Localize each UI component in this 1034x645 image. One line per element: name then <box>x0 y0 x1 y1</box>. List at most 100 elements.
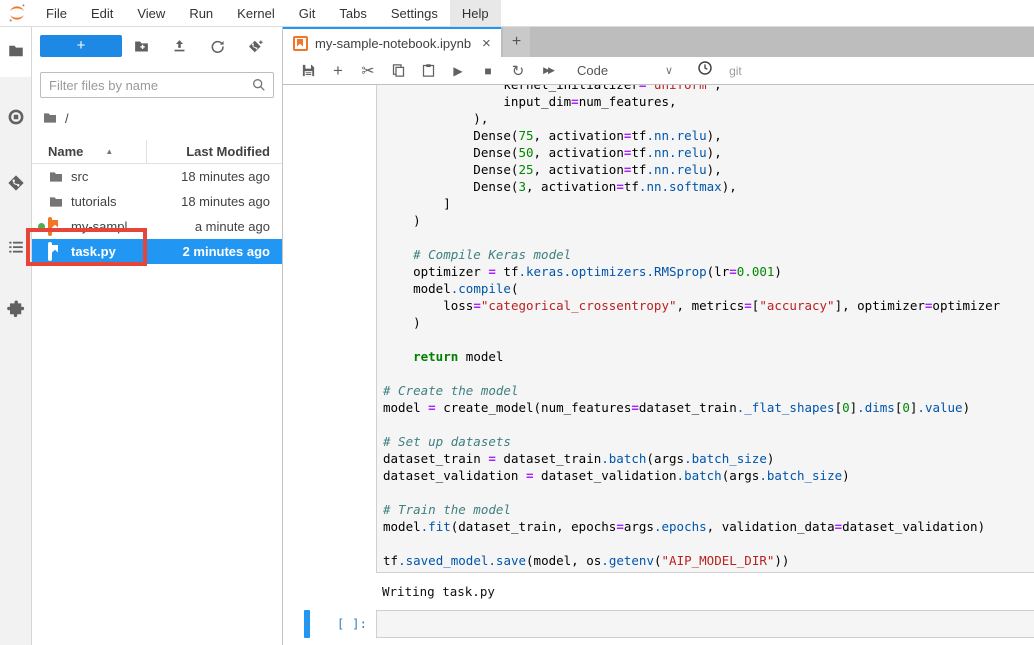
git-toolbar-label[interactable]: git <box>729 64 742 78</box>
jupyter-logo-icon <box>0 3 34 23</box>
code-token: batch_size <box>692 451 767 466</box>
code-line: Dense(50, activation=tf.nn.relu), <box>383 144 1034 161</box>
menu-item-file[interactable]: File <box>34 0 79 26</box>
column-header-name[interactable]: Name ▲ <box>32 140 147 163</box>
new-tab-button[interactable]: + <box>503 27 530 57</box>
code-token: = <box>835 519 843 534</box>
save-icon[interactable] <box>293 59 323 83</box>
code-token: model <box>383 400 428 415</box>
extension-manager-icon[interactable] <box>0 289 32 329</box>
cell-type-dropdown[interactable]: Code ∨ <box>577 63 673 78</box>
menu-item-edit[interactable]: Edit <box>79 0 125 26</box>
run-cell-icon[interactable]: ▶ <box>443 59 473 83</box>
code-token: = <box>488 451 496 466</box>
code-token: model <box>383 519 421 534</box>
code-token: . <box>646 162 654 177</box>
code-token: . <box>646 264 654 279</box>
code-token: ) <box>963 400 971 415</box>
code-line: model.compile( <box>383 280 1034 297</box>
code-token: # Compile Keras model <box>383 247 571 262</box>
tab-my-sample-notebook[interactable]: my-sample-notebook.ipynb × <box>283 27 501 57</box>
code-token: "categorical_crossentropy" <box>481 298 677 313</box>
code-token: ), <box>383 111 488 126</box>
code-token: . <box>646 128 654 143</box>
git-icon[interactable] <box>0 163 32 203</box>
code-token: (dataset_train, epochs <box>451 519 617 534</box>
code-token: batch_size <box>767 468 842 483</box>
notebook-content: kernel_initializer='uniform', input_dim=… <box>283 85 1034 645</box>
code-token: args <box>624 519 654 534</box>
code-token: , activation <box>534 128 624 143</box>
code-text: kernel_initializer='uniform', input_dim=… <box>383 85 1034 569</box>
table-of-contents-icon[interactable] <box>0 227 32 267</box>
code-line: # Set up datasets <box>383 433 1034 450</box>
cell-timing-icon[interactable] <box>697 60 713 81</box>
tab-title: my-sample-notebook.ipynb <box>315 36 475 51</box>
column-header-modified[interactable]: Last Modified <box>147 144 282 159</box>
code-token: . <box>654 519 662 534</box>
code-token: 0 <box>842 400 850 415</box>
file-row-tutorials[interactable]: tutorials 18 minutes ago <box>32 189 282 214</box>
code-line <box>383 365 1034 382</box>
file-row-my-sample-notebook[interactable]: my-sampl a minute ago <box>32 214 282 239</box>
refresh-icon[interactable] <box>198 34 236 58</box>
code-token: , activation <box>534 162 624 177</box>
menu-item-run[interactable]: Run <box>177 0 225 26</box>
upload-icon[interactable] <box>160 34 198 58</box>
code-token: 0.001 <box>737 264 775 279</box>
menu-item-tabs[interactable]: Tabs <box>327 0 378 26</box>
insert-cell-icon[interactable]: + <box>323 59 353 83</box>
code-token: epochs <box>662 519 707 534</box>
filter-files-input[interactable] <box>40 72 274 98</box>
cell-type-value: Code <box>577 63 639 78</box>
running-sessions-icon[interactable] <box>0 97 32 137</box>
breadcrumb-root[interactable]: / <box>65 111 69 126</box>
empty-cell-editor[interactable] <box>376 610 1034 638</box>
code-line: return model <box>383 348 1034 365</box>
cut-cells-icon[interactable]: ✂ <box>353 59 383 83</box>
restart-run-all-icon[interactable]: ▶▶ <box>533 59 563 83</box>
file-browser-panel: + / Name <box>32 27 283 645</box>
code-token: (model, os <box>526 553 601 568</box>
restart-kernel-icon[interactable]: ↻ <box>503 59 533 83</box>
menu-item-kernel[interactable]: Kernel <box>225 0 287 26</box>
new-launcher-button[interactable]: + <box>40 35 122 57</box>
code-token: = <box>526 468 534 483</box>
paste-cells-icon[interactable] <box>413 59 443 83</box>
code-token: , activation <box>534 145 624 160</box>
code-token: keras <box>526 264 564 279</box>
code-token: input_dim <box>383 94 571 109</box>
git-clone-icon[interactable] <box>236 34 274 58</box>
close-tab-icon[interactable]: × <box>482 36 491 51</box>
interrupt-kernel-icon[interactable]: ■ <box>473 59 503 83</box>
code-token: . <box>669 145 677 160</box>
notebook-toolbar: + ✂ ▶ ■ ↻ ▶▶ Code ∨ git <box>283 57 1034 85</box>
code-token: # Train the model <box>383 502 511 517</box>
code-token: # Set up datasets <box>383 434 511 449</box>
code-editor[interactable]: kernel_initializer='uniform', input_dim=… <box>376 85 1034 573</box>
code-token: = <box>616 519 624 534</box>
code-token: 0 <box>902 400 910 415</box>
menu-item-settings[interactable]: Settings <box>379 0 450 26</box>
menu-item-help[interactable]: Help <box>450 0 501 26</box>
main-area: my-sample-notebook.ipynb × + + ✂ ▶ ■ ↻ ▶… <box>283 27 1034 645</box>
breadcrumb[interactable]: / <box>32 98 282 134</box>
new-folder-icon[interactable] <box>122 34 160 58</box>
code-token: = <box>488 264 496 279</box>
file-row-task-py[interactable]: task.py 2 minutes ago <box>32 239 282 264</box>
code-token: Dense( <box>383 128 518 143</box>
code-token: ] <box>383 196 451 211</box>
file-browser-icon[interactable] <box>0 31 32 71</box>
menu-item-git[interactable]: Git <box>287 0 328 26</box>
file-row-src[interactable]: src 18 minutes ago <box>32 164 282 189</box>
menu-item-view[interactable]: View <box>125 0 177 26</box>
code-token: . <box>601 553 609 568</box>
code-token: softmax <box>669 179 722 194</box>
code-token: dims <box>865 400 895 415</box>
code-token: Dense( <box>383 162 518 177</box>
code-token: . <box>646 145 654 160</box>
code-token: model <box>383 281 451 296</box>
code-token: getenv <box>609 553 654 568</box>
empty-cell: [ ]: <box>283 610 1034 638</box>
copy-cells-icon[interactable] <box>383 59 413 83</box>
